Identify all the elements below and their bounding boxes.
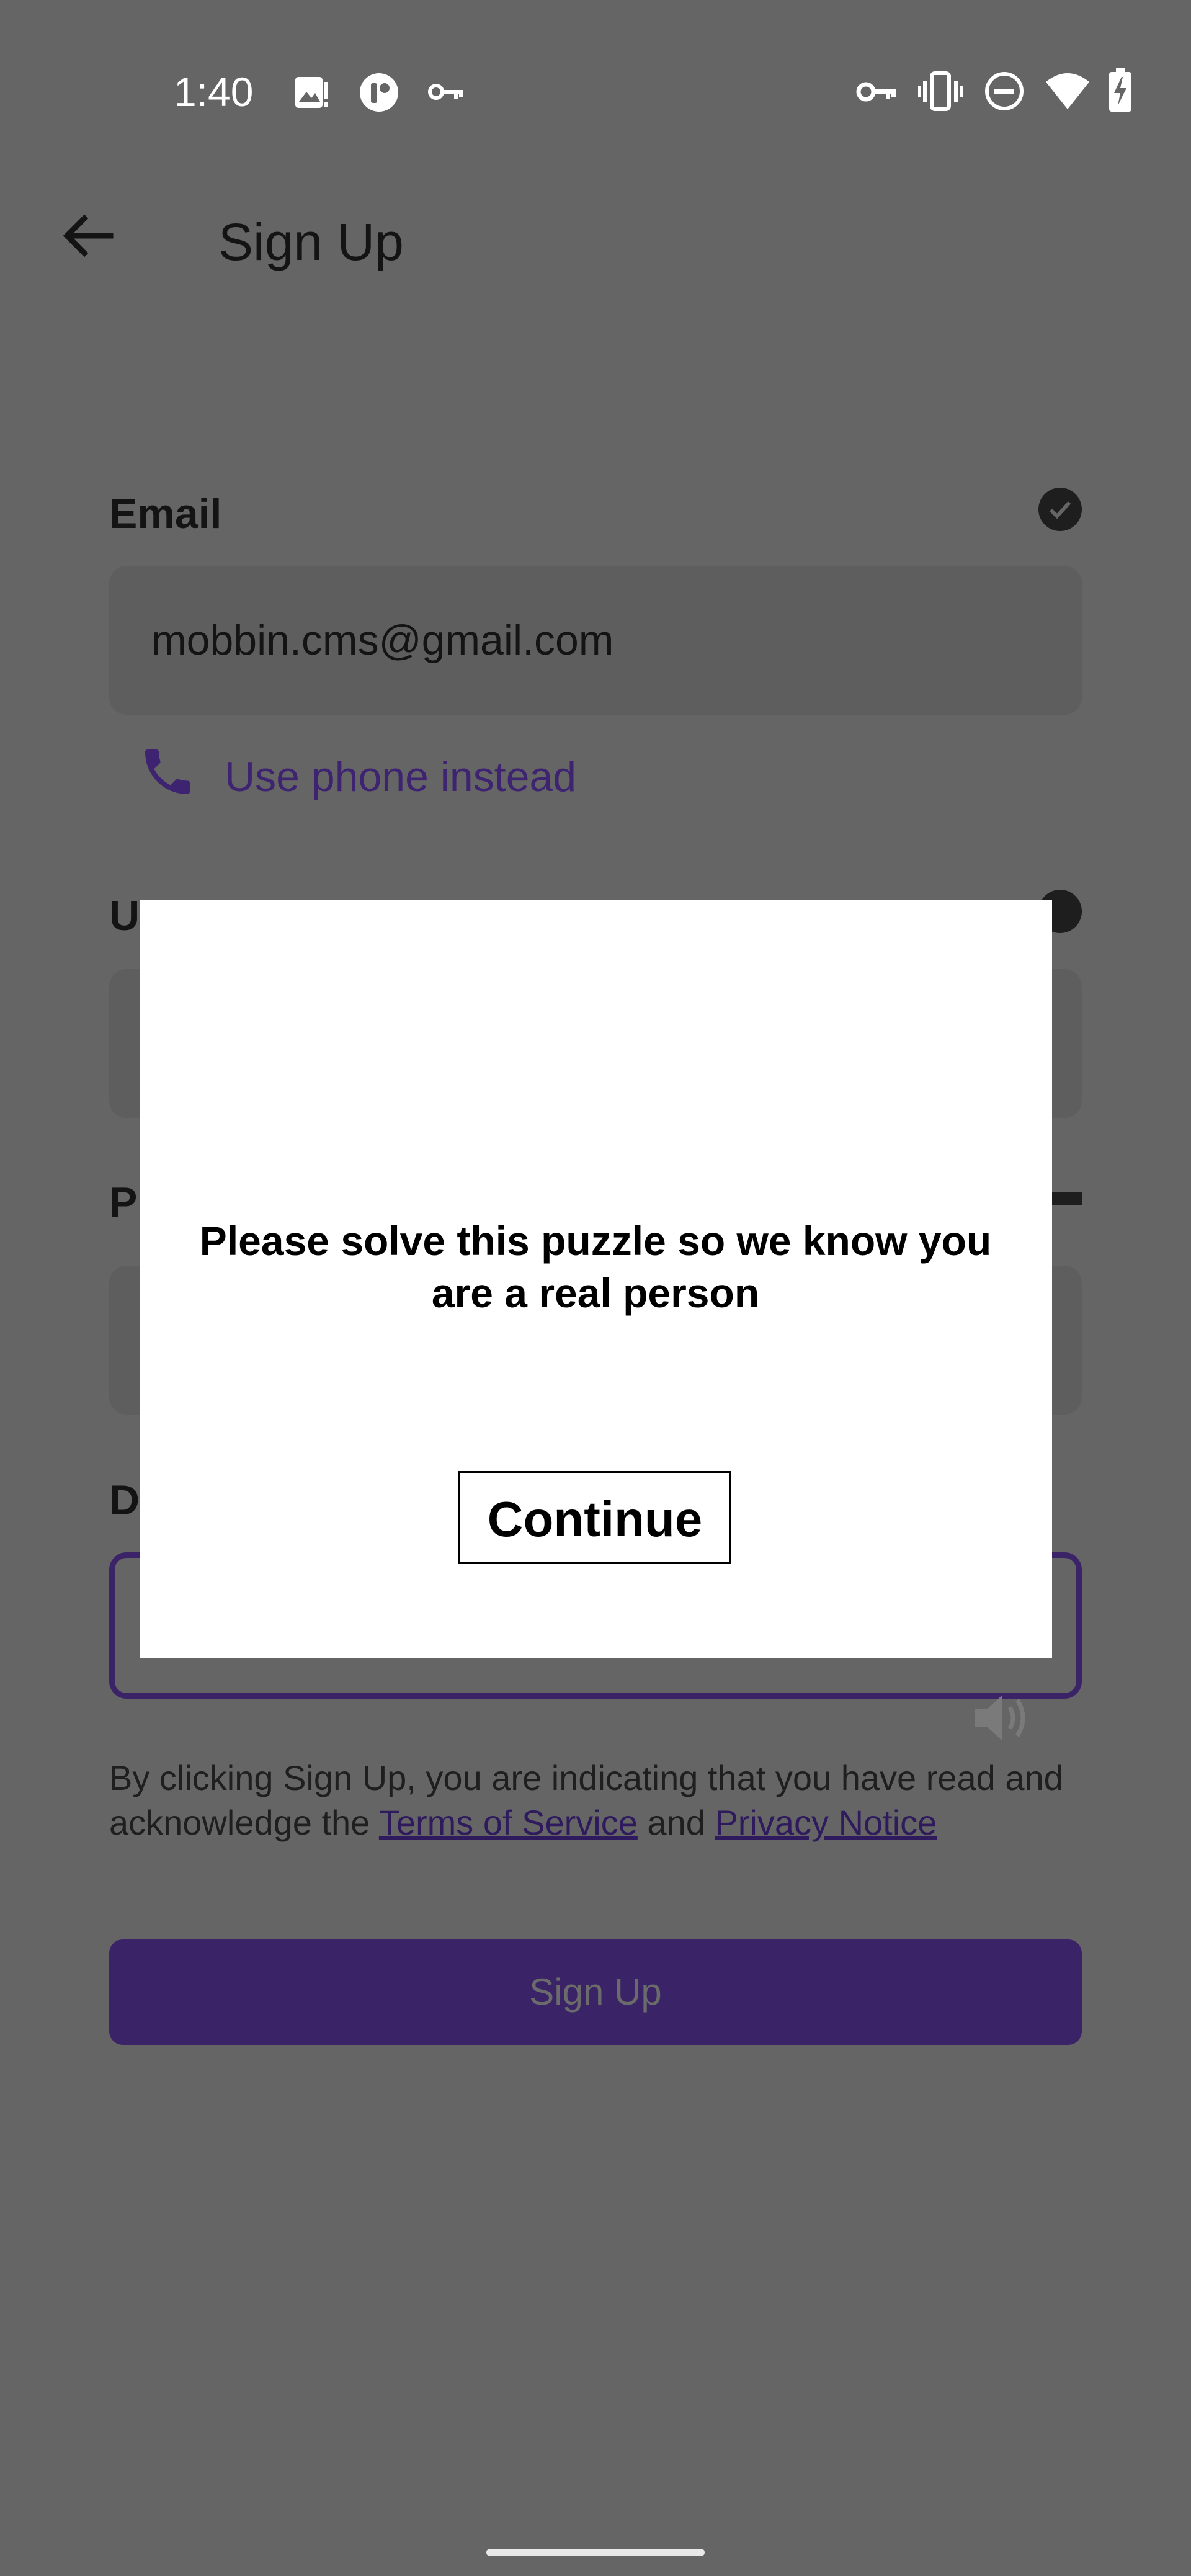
- terms-middle: and: [637, 1803, 715, 1842]
- continue-button[interactable]: Continue: [458, 1471, 731, 1564]
- status-time: 1:40: [174, 69, 254, 115]
- privacy-notice-link[interactable]: Privacy Notice: [715, 1803, 937, 1842]
- wifi-icon: [1046, 73, 1089, 109]
- speaker-icon[interactable]: [971, 1690, 1033, 1746]
- home-indicator[interactable]: [486, 2549, 705, 2556]
- app-badge-icon: [360, 73, 398, 112]
- dob-label: D: [109, 1477, 140, 1524]
- phone-icon: [145, 749, 190, 794]
- terms-text: By clicking Sign Up, you are indicating …: [109, 1756, 1077, 1845]
- email-label: Email: [109, 490, 222, 537]
- password-label: P: [109, 1179, 138, 1226]
- vibrate-icon: [918, 71, 963, 111]
- captcha-message: Please solve this puzzle so we know you …: [199, 1218, 992, 1316]
- back-button[interactable]: [56, 205, 118, 267]
- password-strength-indicator: [1052, 1192, 1082, 1205]
- email-valid-check-icon: [1038, 488, 1082, 531]
- do-not-disturb-icon: [985, 72, 1024, 110]
- image-alert-icon: [295, 77, 328, 108]
- use-phone-link[interactable]: Use phone instead: [225, 752, 576, 802]
- vpn-key-icon: [856, 82, 896, 102]
- page-title: Sign Up: [218, 213, 404, 271]
- terms-of-service-link[interactable]: Terms of Service: [379, 1803, 638, 1842]
- battery-charging-icon: [1109, 68, 1131, 112]
- key-icon: [428, 84, 463, 100]
- email-value: mobbin.cms@gmail.com: [151, 617, 614, 664]
- sign-up-button[interactable]: Sign Up: [109, 1939, 1082, 2045]
- email-field[interactable]: mobbin.cms@gmail.com: [109, 566, 1082, 715]
- username-label: U: [109, 892, 140, 939]
